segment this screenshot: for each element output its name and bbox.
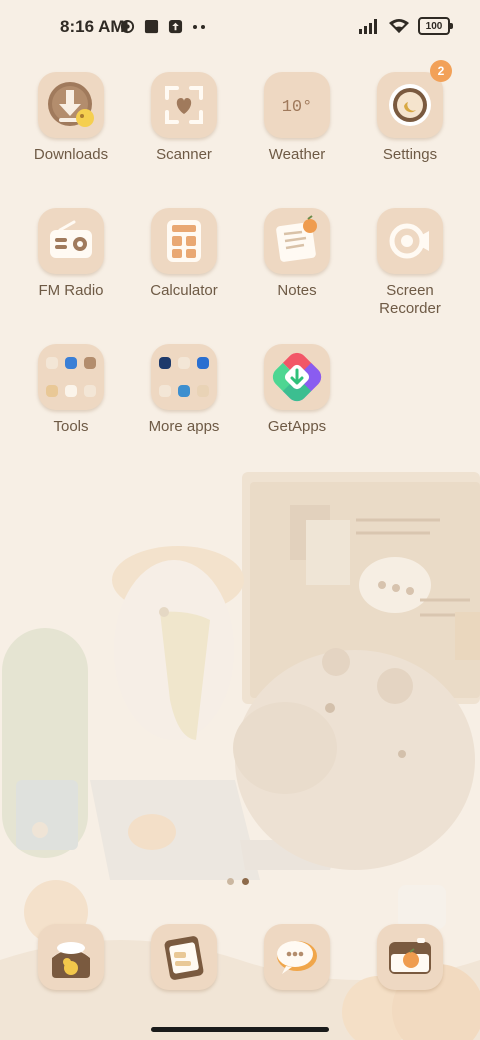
wifi-icon (389, 19, 409, 33)
app-label: FM Radio (38, 282, 104, 299)
mini-app-icon (83, 385, 96, 397)
app-getapps[interactable]: GetApps (241, 344, 353, 436)
dock-phone[interactable] (38, 924, 104, 990)
app-label: Settings (382, 146, 438, 163)
mini-app-icon (64, 385, 77, 397)
app-label: Screen Recorder (379, 282, 441, 317)
notification-badge: 2 (430, 60, 452, 82)
mini-app-icon (46, 357, 59, 369)
app-settings[interactable]: 2 Settings (354, 60, 466, 164)
getapps-icon (272, 352, 322, 402)
page-indicator (227, 878, 249, 885)
app-weather[interactable]: 10° Weather (241, 72, 353, 164)
radio-icon (50, 220, 92, 258)
battery-icon: 100 (418, 17, 453, 35)
app-label: Notes (277, 282, 317, 299)
app-label: Tools (53, 418, 89, 435)
calculator-icon (167, 220, 201, 262)
folder-icon (151, 344, 217, 410)
dock-camera[interactable] (377, 924, 443, 990)
scanner-icon (165, 86, 203, 124)
app-label: Downloads (33, 146, 109, 163)
vpn-icon (120, 19, 135, 34)
dock-gallery[interactable] (151, 924, 217, 990)
app-label: More apps (148, 418, 220, 435)
mini-app-icon (46, 385, 59, 397)
notes-icon (276, 215, 317, 262)
folder-icon (38, 344, 104, 410)
gallery-icon (164, 936, 204, 980)
camera-icon (389, 938, 431, 974)
phone-icon (52, 942, 90, 978)
app-scanner[interactable]: Scanner (128, 72, 240, 164)
page-dot-active[interactable] (242, 878, 249, 885)
weather-temp: 10° (282, 98, 313, 117)
signal-icon (359, 18, 377, 34)
app-label: Calculator (150, 282, 218, 299)
messages-icon (277, 941, 317, 974)
battery-level: 100 (425, 20, 443, 32)
mini-app-icon (159, 385, 172, 397)
app-label: GetApps (267, 418, 327, 435)
app-label: Scanner (156, 146, 212, 163)
mini-app-icon (196, 357, 209, 369)
status-bar: 8:16 AM 100 (0, 0, 480, 56)
notification-square-icon (144, 19, 159, 34)
gesture-bar[interactable] (151, 1027, 329, 1032)
app-fm-radio[interactable]: FM Radio (15, 208, 127, 300)
status-time: 8:16 AM (60, 17, 125, 36)
upload-icon (168, 19, 183, 34)
page-dot[interactable] (227, 878, 234, 885)
folder-more-apps[interactable]: More apps (128, 344, 240, 436)
mini-app-icon (177, 357, 190, 369)
mini-app-icon (196, 385, 209, 397)
mini-app-icon (159, 357, 172, 369)
weather-icon: 10° (282, 98, 313, 117)
mini-app-icon (83, 357, 96, 369)
download-icon (48, 82, 94, 127)
folder-tools[interactable]: Tools (15, 344, 127, 436)
screen-recorder-icon (389, 223, 429, 259)
more-dots-icon (193, 24, 205, 29)
app-downloads[interactable]: Downloads (15, 72, 127, 164)
app-notes[interactable]: Notes (241, 208, 353, 300)
app-calculator[interactable]: Calculator (128, 208, 240, 300)
mini-app-icon (64, 357, 77, 369)
app-label: Weather (268, 146, 326, 163)
settings-icon (389, 84, 431, 126)
mini-app-icon (177, 385, 190, 397)
dock-messages[interactable] (264, 924, 330, 990)
app-screen-recorder[interactable]: Screen Recorder (354, 208, 466, 318)
